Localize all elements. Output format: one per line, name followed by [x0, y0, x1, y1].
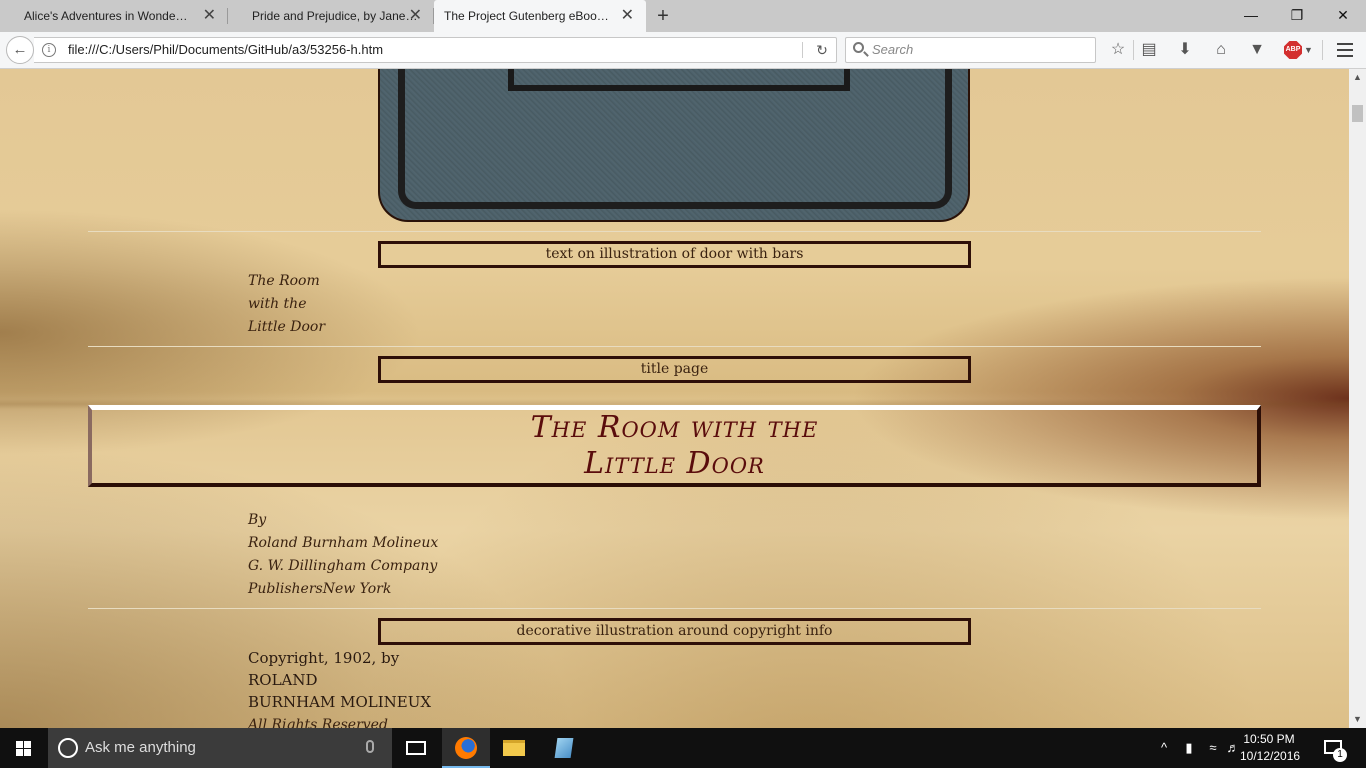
book-title-line-2: Little Door	[584, 446, 765, 481]
microphone-icon[interactable]	[366, 740, 374, 753]
windows-taskbar: Ask me anything ^ ▮ ≈ ♬ 10:50 PM 10/12/2…	[0, 728, 1366, 768]
image-caption-door: text on illustration of door with bars	[378, 241, 971, 268]
clock-time: 10:50 PM	[1243, 732, 1295, 746]
tab-alice[interactable]: Alice's Adventures in Wonderl... ✕	[0, 0, 228, 32]
url-divider	[802, 42, 803, 58]
file-explorer-button[interactable]	[490, 728, 538, 768]
firefox-icon	[455, 737, 477, 759]
cortana-icon	[58, 738, 78, 758]
wifi-icon[interactable]: ≈	[1202, 728, 1224, 768]
copyright-line: Copyright, 1902, by	[248, 649, 400, 667]
cover-title-plate: MOLINEUX	[508, 69, 850, 91]
file-explorer-icon	[503, 740, 525, 756]
url-text[interactable]: file:///C:/Users/Phil/Documents/GitHub/a…	[68, 38, 383, 62]
restore-button[interactable]: ❐	[1274, 0, 1320, 32]
bookmark-star-icon[interactable]: ☆	[1104, 36, 1132, 64]
adblock-plus-icon[interactable]: ABP	[1284, 41, 1302, 59]
byline-location: PublishersNew York	[248, 581, 392, 597]
chevron-down-icon[interactable]: ▼	[1304, 40, 1313, 60]
cortana-search-box[interactable]: Ask me anything	[48, 728, 392, 768]
copyright-line: ROLAND	[248, 671, 318, 689]
windows-logo-icon	[16, 741, 32, 756]
close-window-button[interactable]: ✕	[1320, 0, 1366, 32]
toolbar-divider	[1322, 40, 1323, 60]
info-icon[interactable]: i	[42, 43, 56, 57]
scrollbar-thumb[interactable]	[1352, 105, 1363, 122]
notepad-icon	[554, 738, 574, 758]
close-tab-icon[interactable]: ✕	[621, 0, 634, 32]
search-input[interactable]: Search	[845, 37, 1096, 63]
notepad-button[interactable]	[540, 728, 588, 768]
task-view-button[interactable]	[392, 728, 440, 768]
clock[interactable]: 10:50 PM 10/12/2016	[1240, 731, 1301, 765]
search-placeholder: Search	[872, 42, 914, 57]
image-caption-title-page: title page	[378, 356, 971, 383]
search-icon	[853, 42, 864, 53]
new-tab-button[interactable]: +	[650, 0, 676, 32]
image-caption-copyright: decorative illustration around copyright…	[378, 618, 971, 645]
scroll-down-icon[interactable]: ▼	[1349, 711, 1366, 728]
tab-strip: Alice's Adventures in Wonderl... ✕ Pride…	[0, 0, 1366, 32]
task-view-icon	[406, 741, 426, 755]
horizontal-rule	[88, 346, 1261, 347]
firefox-taskbar-button[interactable]	[442, 728, 490, 768]
back-arrow-icon[interactable]: ←	[6, 36, 34, 64]
byline-author: Roland Burnham Molineux	[248, 535, 439, 551]
toolbar-divider	[1133, 40, 1134, 60]
horizontal-rule	[88, 231, 1261, 232]
cover-title: MOLINEUX	[514, 69, 844, 77]
reading-list-icon[interactable]: ▤	[1135, 36, 1163, 64]
tab-project-gutenberg[interactable]: The Project Gutenberg eBook ... ✕	[434, 0, 646, 32]
hamburger-menu-icon[interactable]	[1337, 43, 1353, 57]
download-icon[interactable]: ⬇	[1171, 36, 1199, 64]
start-button[interactable]	[0, 728, 48, 768]
horizontal-rule	[88, 608, 1261, 609]
vertical-scrollbar[interactable]: ▲ ▼	[1349, 69, 1366, 728]
close-tab-icon[interactable]: ✕	[203, 0, 216, 32]
illustration-text-line: Little Door	[248, 319, 326, 335]
tab-pride-and-prejudice[interactable]: Pride and Prejudice, by Jane A... ✕	[228, 0, 434, 32]
reload-icon[interactable]: ↻	[810, 38, 834, 62]
chevron-up-icon[interactable]: ^	[1154, 728, 1174, 768]
book-cover-image: MOLINEUX	[378, 69, 970, 222]
copyright-line: BURNHAM MOLINEUX	[248, 693, 432, 711]
illustration-text-line: The Room	[248, 273, 320, 289]
home-icon[interactable]: ⌂	[1207, 36, 1235, 64]
page-viewport: MOLINEUX text on illustration of door wi…	[0, 69, 1349, 728]
tab-title: Alice's Adventures in Wonderl...	[24, 9, 190, 23]
clock-date: 10/12/2016	[1240, 749, 1301, 763]
scroll-up-icon[interactable]: ▲	[1349, 69, 1366, 86]
tab-title: The Project Gutenberg eBook ...	[444, 9, 614, 23]
byline-publisher: G. W. Dillingham Company	[248, 558, 438, 574]
close-tab-icon[interactable]: ✕	[409, 0, 422, 32]
tab-title: Pride and Prejudice, by Jane A...	[252, 9, 418, 23]
book-title-frame: The Room with the Little Door	[88, 405, 1261, 487]
url-bar[interactable]: i file:///C:/Users/Phil/Documents/GitHub…	[34, 37, 837, 63]
book-title-line-1: The Room with the	[530, 410, 819, 445]
battery-icon[interactable]: ▮	[1178, 728, 1200, 768]
minimize-button[interactable]: —	[1228, 0, 1274, 32]
pocket-icon[interactable]: ▼	[1243, 36, 1271, 64]
illustration-text-line: with the	[248, 296, 307, 312]
navigation-toolbar: ← i file:///C:/Users/Phil/Documents/GitH…	[0, 32, 1366, 69]
notification-count-badge: 1	[1333, 748, 1347, 762]
byline-line: By	[248, 512, 267, 528]
rights-reserved: All Rights Reserved	[248, 717, 388, 728]
cortana-placeholder: Ask me anything	[85, 739, 196, 756]
